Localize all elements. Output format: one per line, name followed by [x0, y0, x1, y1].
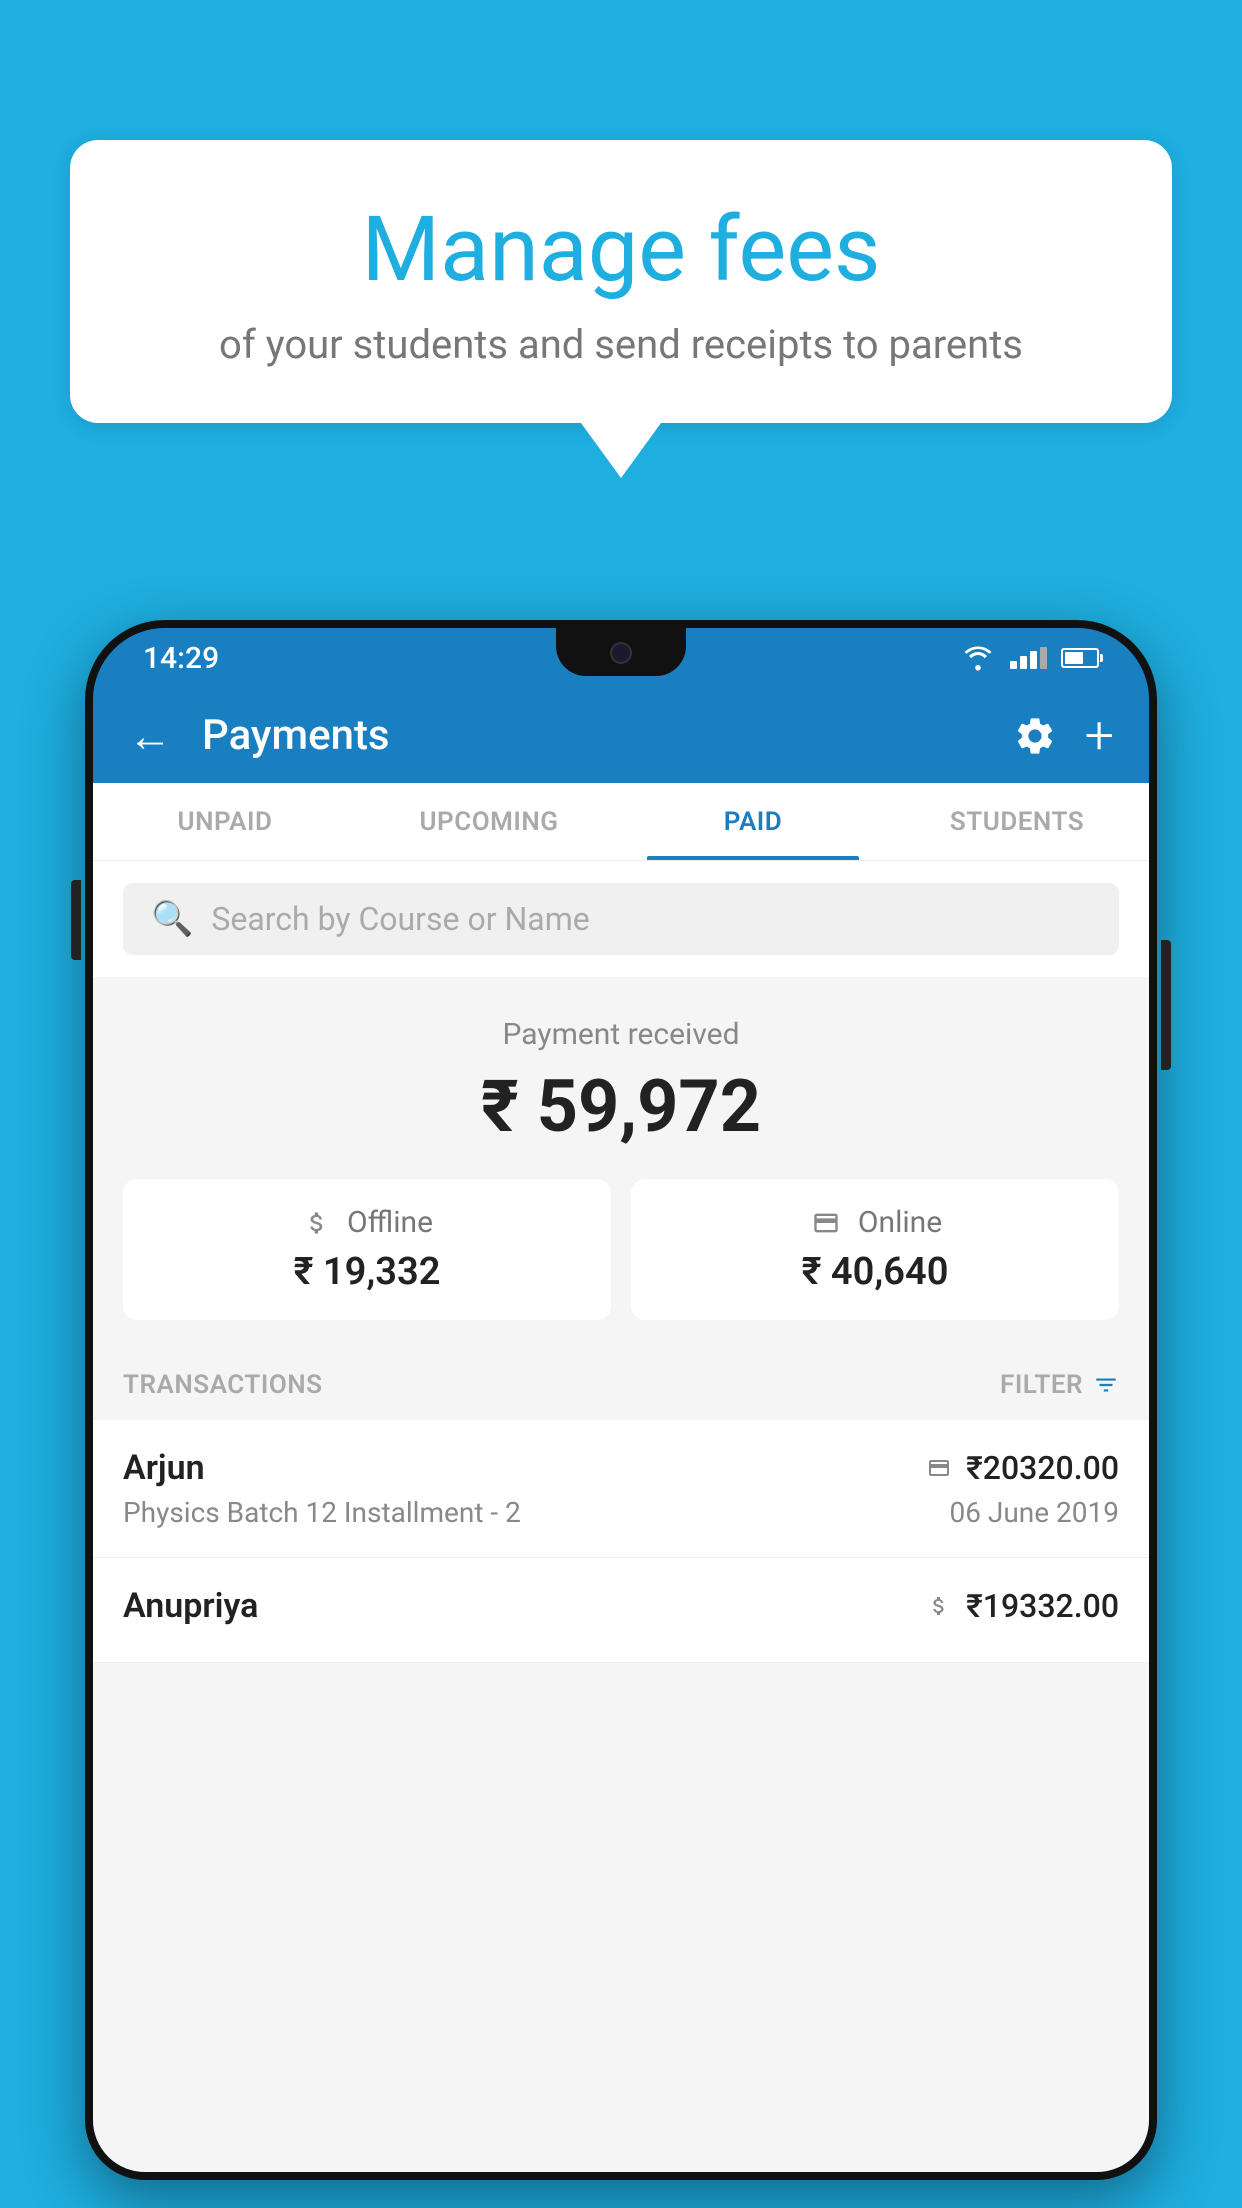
status-icons	[960, 645, 1099, 671]
card-icon	[808, 1209, 844, 1237]
tab-upcoming[interactable]: UPCOMING	[357, 783, 621, 860]
payment-summary: Payment received ₹ 59,972 Offli	[93, 977, 1149, 1350]
transaction-item[interactable]: Arjun ₹20320.00 Physics	[93, 1420, 1149, 1558]
app-bar-actions: +	[1013, 710, 1114, 762]
speech-bubble: Manage fees of your students and send re…	[70, 140, 1172, 423]
payment-received-label: Payment received	[123, 1017, 1119, 1052]
manage-fees-subtitle: of your students and send receipts to pa…	[140, 321, 1102, 368]
offline-payment-card: Offline ₹ 19,332	[123, 1179, 611, 1320]
filter-icon	[1093, 1372, 1119, 1398]
transaction-item[interactable]: Anupriya ₹19332.00	[93, 1558, 1149, 1663]
transaction-amount-wrapper: ₹20320.00	[924, 1449, 1119, 1487]
cash-icon	[301, 1209, 333, 1237]
offline-amount: ₹ 19,332	[294, 1250, 441, 1294]
transaction-row-top: Arjun ₹20320.00	[123, 1448, 1119, 1488]
transaction-type-icon	[924, 1594, 954, 1618]
transaction-name: Anupriya	[123, 1586, 258, 1626]
transaction-row-top: Anupriya ₹19332.00	[123, 1586, 1119, 1626]
payment-breakdown-cards: Offline ₹ 19,332	[123, 1179, 1119, 1320]
search-bar-wrapper: 🔍 Search by Course or Name	[93, 861, 1149, 977]
offline-label: Offline	[347, 1205, 433, 1240]
speech-bubble-arrow	[581, 423, 661, 478]
screen-title: Payments	[202, 711, 983, 760]
transaction-list: Arjun ₹20320.00 Physics	[93, 1420, 1149, 1663]
search-icon: 🔍	[151, 899, 193, 939]
camera	[610, 642, 632, 664]
manage-fees-title: Manage fees	[140, 200, 1102, 299]
battery-icon	[1061, 648, 1099, 668]
phone-outer-shell: 14:29	[85, 620, 1157, 2180]
filter-label: FILTER	[1000, 1370, 1083, 1400]
online-payment-card: Online ₹ 40,640	[631, 1179, 1119, 1320]
app-bar: ← Payments +	[93, 688, 1149, 783]
payment-total-amount: ₹ 59,972	[123, 1064, 1119, 1149]
online-card-header: Online	[808, 1205, 942, 1240]
main-content: 🔍 Search by Course or Name Payment recei…	[93, 861, 1149, 2172]
tab-students[interactable]: STUDENTS	[885, 783, 1149, 860]
speech-bubble-container: Manage fees of your students and send re…	[70, 140, 1172, 478]
filter-button[interactable]: FILTER	[1000, 1370, 1119, 1400]
tab-paid[interactable]: PAID	[621, 783, 885, 860]
tab-unpaid[interactable]: UNPAID	[93, 783, 357, 860]
transaction-name: Arjun	[123, 1448, 205, 1488]
wifi-icon	[960, 645, 996, 671]
search-placeholder-text: Search by Course or Name	[211, 900, 589, 938]
transaction-row-bottom: Physics Batch 12 Installment - 2 06 June…	[123, 1496, 1119, 1529]
tabs-bar: UNPAID UPCOMING PAID STUDENTS	[93, 783, 1149, 861]
battery-fill	[1065, 652, 1083, 664]
phone-notch	[556, 628, 686, 676]
transactions-label: TRANSACTIONS	[123, 1370, 323, 1400]
offline-card-header: Offline	[301, 1205, 433, 1240]
transaction-date: 06 June 2019	[949, 1496, 1119, 1529]
transaction-amount-wrapper: ₹19332.00	[924, 1587, 1119, 1625]
add-button[interactable]: +	[1085, 710, 1114, 762]
online-label: Online	[858, 1205, 942, 1240]
phone-screen: 14:29	[93, 628, 1149, 2172]
online-amount: ₹ 40,640	[802, 1250, 949, 1294]
search-input-box[interactable]: 🔍 Search by Course or Name	[123, 883, 1119, 955]
transaction-detail: Physics Batch 12 Installment - 2	[123, 1496, 521, 1529]
back-button[interactable]: ←	[128, 710, 172, 762]
status-time: 14:29	[143, 641, 219, 676]
transaction-amount: ₹20320.00	[966, 1449, 1119, 1487]
gear-icon[interactable]	[1013, 714, 1057, 758]
transactions-header: TRANSACTIONS FILTER	[93, 1350, 1149, 1420]
transaction-amount: ₹19332.00	[966, 1587, 1119, 1625]
signal-icon	[1010, 647, 1047, 669]
phone-content: ← Payments + UNPAID UPCOMING PAID	[93, 688, 1149, 2172]
phone-mockup: 14:29	[85, 620, 1157, 2208]
transaction-type-icon	[924, 1456, 954, 1480]
